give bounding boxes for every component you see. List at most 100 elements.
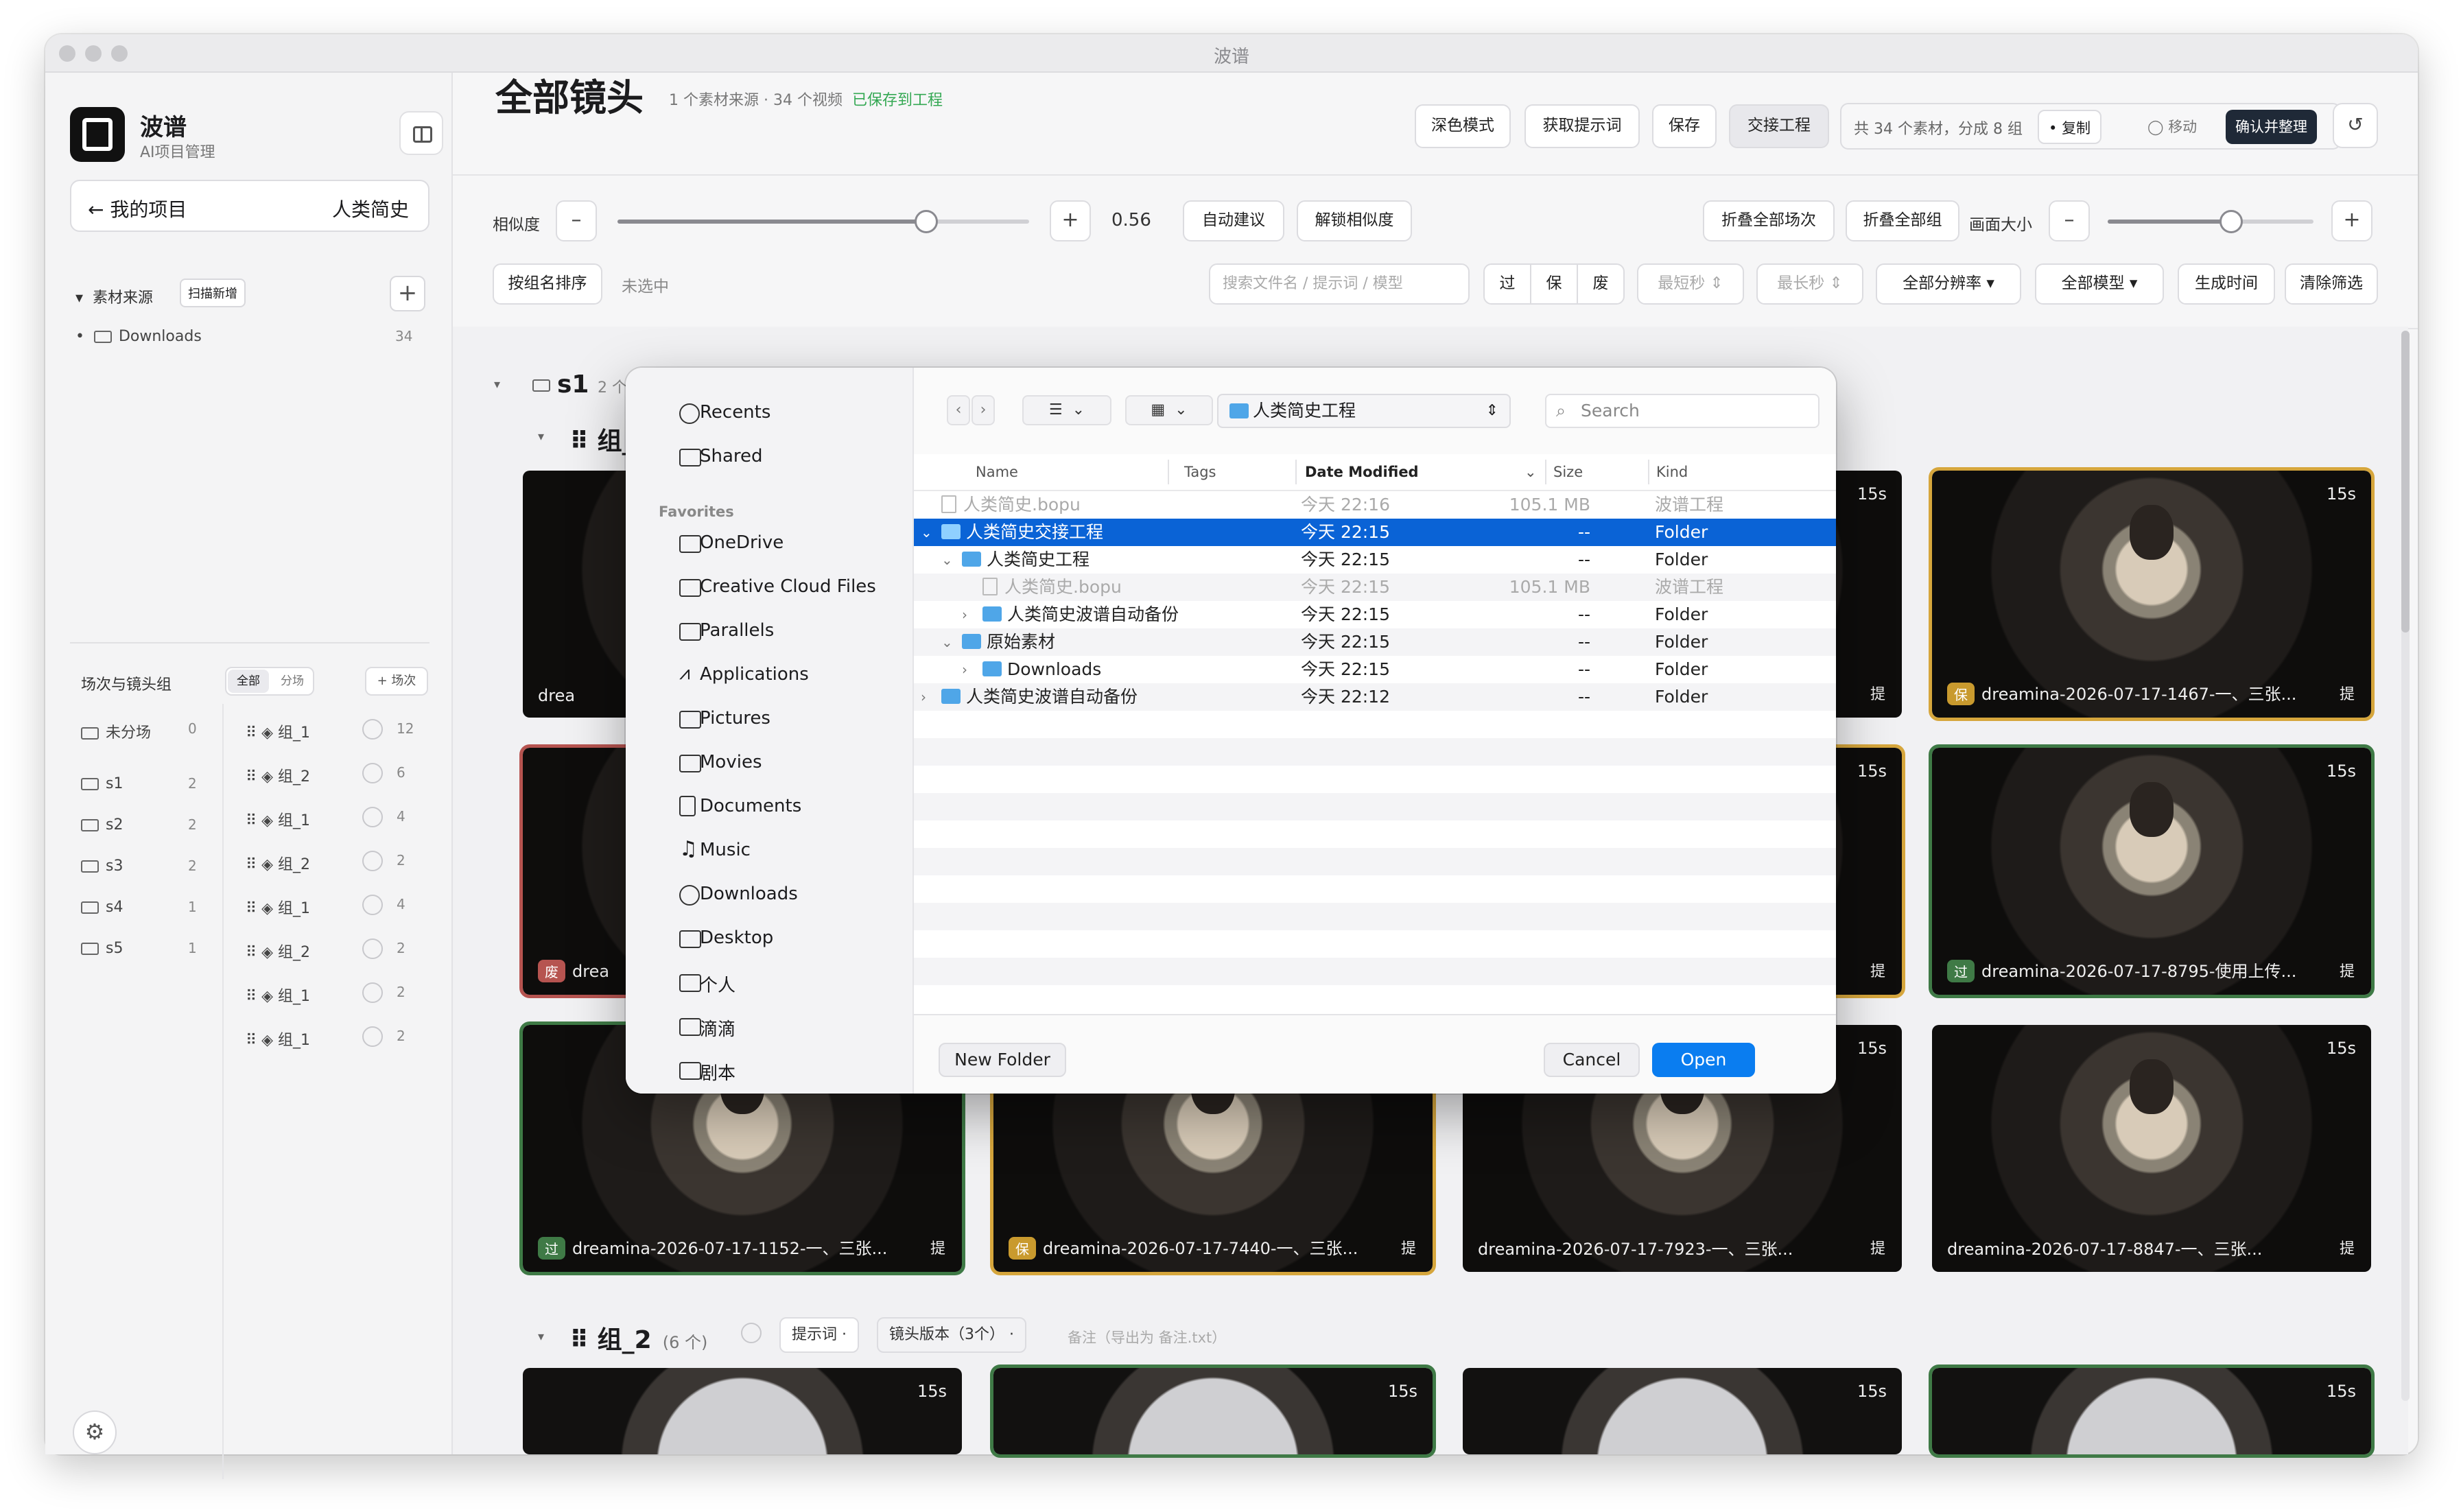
clear-filters-button[interactable]: 清除筛选 — [2285, 263, 2378, 305]
list-view-button[interactable]: ☰ ⌄ — [1022, 395, 1111, 425]
shot-thumbnail[interactable]: 15s 保 dreamina-2026-07-17-1467-一、三张... 提 — [1929, 467, 2375, 721]
file-row-folder[interactable]: ⌄ 原始素材 今天 22:15 -- Folder — [914, 628, 1836, 656]
dialog-sidebar-script[interactable]: 剧本 — [679, 1059, 735, 1085]
column-tags[interactable]: Tags — [1184, 464, 1216, 480]
frame-size-slider[interactable] — [2108, 210, 2313, 233]
unlock-similarity-button[interactable]: 解锁相似度 — [1297, 200, 1412, 241]
group-collapse-toggle[interactable]: ▾ — [538, 1330, 544, 1344]
group-select-radio[interactable] — [362, 851, 383, 871]
chevron-down-icon[interactable]: ⌄ — [941, 546, 953, 574]
group-item[interactable]: ⠿ ◈ 组_1 4 — [246, 807, 405, 830]
file-row-folder[interactable]: ⌄ 人类简史交接工程 今天 22:15 -- Folder — [914, 519, 1836, 546]
chevron-right-icon[interactable]: › — [921, 683, 926, 711]
source-item-downloads[interactable]: • Downloads — [75, 328, 202, 345]
file-row-file[interactable]: 人类简史.bopu 今天 22:16 105.1 MB 波谱工程 — [914, 491, 1836, 519]
filter-pass-button[interactable]: 过 — [1483, 263, 1531, 305]
shot-prompt-button[interactable]: 提 — [2340, 682, 2355, 704]
copy-option[interactable]: • 复制 — [2038, 110, 2102, 144]
group-item[interactable]: ⠿ ◈ 组_2 2 — [246, 851, 405, 874]
add-scene-button[interactable]: + 场次 — [365, 667, 428, 696]
scene-item-s4[interactable]: s4 1 — [81, 899, 197, 916]
file-row-folder[interactable]: ⌄ 人类简史工程 今天 22:15 -- Folder — [914, 546, 1836, 574]
segment-scene[interactable]: 分场 — [272, 670, 313, 693]
group-item[interactable]: ⠿ ◈ 组_1 2 — [246, 1026, 405, 1050]
shot-thumbnail[interactable]: 15s dreamina-2026-07-17-8847-一、三张... 提 — [1932, 1025, 2371, 1272]
chevron-right-icon[interactable]: › — [962, 601, 967, 628]
chevron-down-icon[interactable]: ⌄ — [921, 519, 932, 546]
segment-all[interactable]: 全部 — [228, 670, 269, 693]
collapse-all-groups-button[interactable]: 折叠全部组 — [1846, 200, 1959, 241]
group-select-radio[interactable] — [362, 895, 383, 915]
group-select-radio[interactable] — [362, 763, 383, 783]
frame-size-slider-knob[interactable] — [2219, 210, 2243, 233]
shot-version-pill[interactable]: 镜头版本（3个） · — [877, 1317, 1026, 1353]
scan-new-button[interactable]: 扫描新增 — [180, 279, 246, 307]
dark-mode-button[interactable]: 深色模式 — [1415, 104, 1511, 148]
frame-size-decrease-button[interactable]: – — [2049, 200, 2090, 241]
scrollbar-thumb[interactable] — [2401, 331, 2410, 633]
min-seconds-input[interactable]: 最短秒 ⇕ — [1637, 263, 1744, 305]
dialog-sidebar-creative-cloud[interactable]: Creative Cloud Files — [679, 576, 876, 597]
dialog-sidebar-desktop[interactable]: Desktop — [679, 928, 773, 948]
dialog-sidebar-personal[interactable]: 个人 — [679, 971, 735, 997]
file-row-folder[interactable]: › 人类简史波谱自动备份 今天 22:15 -- Folder — [914, 601, 1836, 628]
shot-thumbnail[interactable]: 15s 过 dreamina-2026-07-17-8795-使用上传... 提 — [1929, 744, 2375, 998]
shot-prompt-button[interactable]: 提 — [1870, 1236, 1885, 1258]
resolution-select[interactable]: 全部分辨率 ▾ — [1876, 263, 2021, 305]
similarity-slider-knob[interactable] — [915, 210, 938, 233]
forward-button[interactable]: › — [972, 395, 995, 425]
add-source-button[interactable]: + — [390, 276, 425, 311]
get-prompt-button[interactable]: 获取提示词 — [1524, 104, 1640, 148]
sidebar-toggle-button[interactable] — [399, 111, 443, 155]
column-size[interactable]: Size — [1553, 464, 1583, 480]
group-select-radio[interactable] — [362, 938, 383, 959]
dialog-sidebar-shared[interactable]: Shared — [679, 446, 763, 466]
shot-thumbnail[interactable]: 15s — [1463, 1368, 1902, 1454]
dialog-sidebar-didi[interactable]: 滴滴 — [679, 1015, 735, 1041]
chevron-down-icon[interactable]: ⌄ — [941, 628, 953, 656]
group-item[interactable]: ⠿ ◈ 组_2 2 — [246, 938, 405, 962]
group-item[interactable]: ⠿ ◈ 组_1 2 — [246, 982, 405, 1006]
group-select-radio[interactable] — [362, 719, 383, 740]
column-name[interactable]: Name — [976, 464, 1018, 480]
back-button[interactable]: ‹ — [947, 395, 970, 425]
scene-item-s3[interactable]: s3 2 — [81, 858, 197, 875]
sort-by-group-name-button[interactable]: 按组名排序 — [493, 263, 602, 305]
scene-item-s2[interactable]: s2 2 — [81, 816, 197, 834]
move-option[interactable]: ◯ 移动 — [2138, 110, 2206, 144]
search-input[interactable]: 搜索文件名 / 提示词 / 模型 — [1209, 263, 1470, 305]
open-button[interactable]: Open — [1652, 1043, 1755, 1077]
filter-keep-button[interactable]: 保 — [1530, 263, 1578, 305]
shot-thumbnail[interactable]: 15s — [523, 1368, 962, 1454]
file-row-file[interactable]: 人类简史.bopu 今天 22:15 105.1 MB 波谱工程 — [914, 574, 1836, 601]
dialog-sidebar-downloads[interactable]: Downloads — [679, 884, 798, 906]
group-select-radio[interactable] — [362, 982, 383, 1003]
group-item[interactable]: ⠿ ◈ 组_1 4 — [246, 895, 405, 918]
model-select[interactable]: 全部模型 ▾ — [2035, 263, 2164, 305]
group-select-radio[interactable] — [362, 1026, 383, 1047]
shot-prompt-button[interactable]: 提 — [1870, 682, 1885, 704]
chevron-right-icon[interactable]: › — [962, 656, 967, 683]
filter-discard-button[interactable]: 废 — [1577, 263, 1625, 305]
column-date-modified[interactable]: Date Modified — [1305, 464, 1419, 480]
similarity-slider[interactable] — [617, 210, 1029, 233]
max-seconds-input[interactable]: 最长秒 ⇕ — [1756, 263, 1863, 305]
handover-project-button[interactable]: 交接工程 — [1729, 104, 1829, 148]
similarity-increase-button[interactable]: + — [1050, 200, 1091, 241]
group-select-radio[interactable] — [362, 807, 383, 827]
group-collapse-toggle[interactable]: ▾ — [538, 429, 544, 444]
shot-prompt-button[interactable]: 提 — [1401, 1236, 1416, 1258]
scene-item-s1[interactable]: s1 2 — [81, 775, 197, 792]
column-kind[interactable]: Kind — [1656, 464, 1688, 480]
frame-size-increase-button[interactable]: + — [2331, 200, 2372, 241]
content-scrollbar[interactable] — [2401, 331, 2410, 1401]
group-select-radio[interactable] — [741, 1323, 762, 1343]
shot-prompt-button[interactable]: 提 — [2340, 959, 2355, 981]
path-selector[interactable]: 人类简史工程 ⇕ — [1217, 394, 1511, 428]
collapse-all-scenes-button[interactable]: 折叠全部场次 — [1703, 200, 1835, 241]
cancel-button[interactable]: Cancel — [1544, 1043, 1640, 1077]
dialog-search-input[interactable]: ⌕ Search — [1545, 394, 1820, 428]
history-button[interactable]: ↺ — [2333, 103, 2378, 148]
similarity-decrease-button[interactable]: – — [556, 200, 597, 241]
settings-button[interactable]: ⚙ — [73, 1410, 117, 1454]
